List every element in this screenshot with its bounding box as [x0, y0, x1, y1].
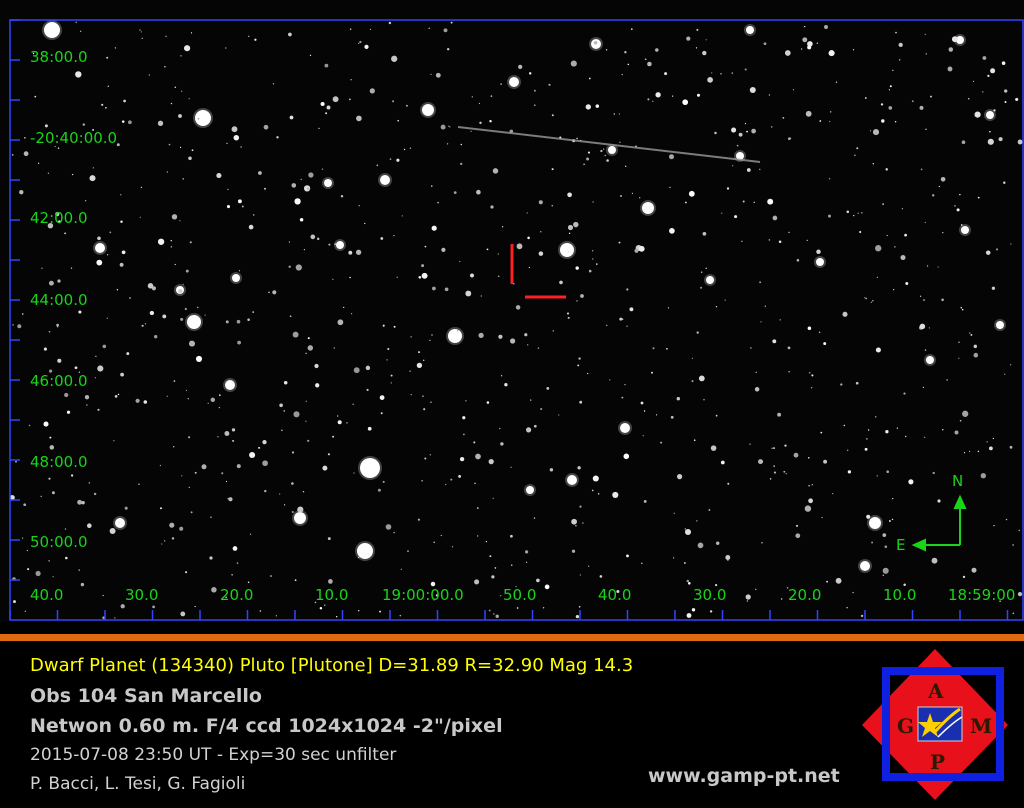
svg-text:G: G — [897, 714, 914, 738]
authors-line: P. Bacci, L. Tesi, G. Fagioli — [30, 774, 246, 794]
dec-tick-label: -20:40:00.0 — [30, 129, 118, 147]
svg-text:M: M — [970, 714, 992, 738]
ra-tick-label: 10.0 — [883, 586, 917, 604]
ra-tick-label: 18:59:00 — [948, 586, 1016, 604]
svg-text:P: P — [930, 750, 945, 774]
stars-layer — [9, 20, 1023, 620]
dec-tick-label: 44:00.0 — [30, 291, 88, 309]
datetime-line: 2015-07-08 23:50 UT - Exp=30 sec unfilte… — [30, 745, 397, 765]
dec-tick-label: 46:00.0 — [30, 372, 88, 390]
compass-north-label: N — [952, 472, 964, 490]
star-field-canvas — [9, 19, 1024, 621]
dec-tick-label: 38:00.0 — [30, 48, 88, 66]
object-title: Dwarf Planet (134340) Pluto [Plutone] D=… — [30, 655, 634, 676]
caption-panel: Dwarf Planet (134340) Pluto [Plutone] D=… — [0, 641, 1024, 808]
dec-tick-label: 48:00.0 — [30, 453, 88, 471]
observatory-line: Obs 104 San Marcello — [30, 685, 262, 707]
website-link[interactable]: www.gamp-pt.net — [648, 765, 840, 787]
compass — [911, 494, 967, 552]
frame-ticks — [9, 19, 1009, 620]
svg-text:A: A — [927, 679, 944, 703]
instrument-line: Netwon 0.60 m. F/4 ccd 1024x1024 -2"/pix… — [30, 715, 503, 737]
dec-tick-label: 42:00.0 — [30, 209, 88, 227]
ra-tick-label: 50.0 — [503, 586, 537, 604]
separator-bar — [0, 634, 1024, 641]
ra-tick-label: 10.0 — [315, 586, 349, 604]
compass-east-label: E — [896, 536, 906, 554]
dec-tick-label: 50:00.0 — [30, 533, 88, 551]
ra-tick-label: 40.0 — [30, 586, 64, 604]
gamp-logo: G A M P — [862, 649, 1008, 800]
ra-tick-label: 20.0 — [788, 586, 822, 604]
ra-tick-label: 40.0 — [598, 586, 632, 604]
ra-tick-label: 19:00:00.0 — [382, 586, 464, 604]
ra-tick-label: 20.0 — [220, 586, 254, 604]
ra-tick-label: 30.0 — [693, 586, 727, 604]
ra-tick-label: 30.0 — [125, 586, 159, 604]
star-field-image: N E 38:00.0 -20:40:00.0 42:00.0 44:00.0 46:0… — [0, 0, 1024, 622]
image-frame — [9, 19, 1024, 621]
